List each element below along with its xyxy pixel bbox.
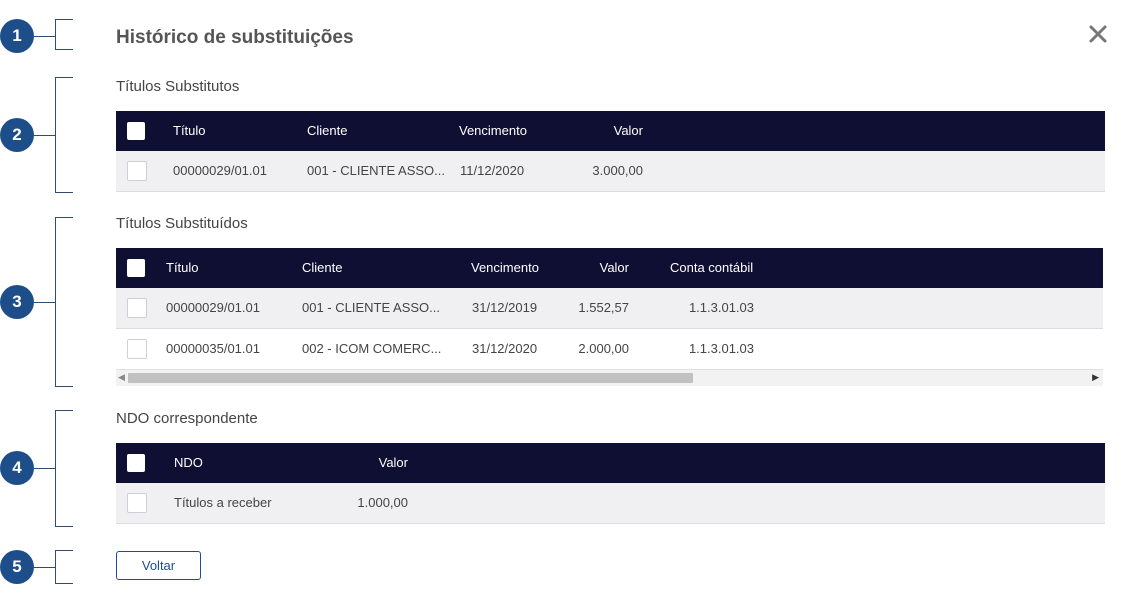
grid-header: NDO Valor [116,443,1105,483]
column-header-account[interactable]: Conta contábil [670,248,753,288]
substitutes-section-title: Títulos Substitutos [116,78,240,95]
cell-title: 00000029/01.01 [166,300,260,315]
cell-title: 00000029/01.01 [173,163,267,178]
cell-due-date: 31/12/2020 [472,341,538,356]
cell-title: 00000035/01.01 [166,341,260,356]
column-header-title[interactable]: Título [173,111,206,151]
scroll-left-arrow-icon[interactable]: ◀ [118,372,125,383]
select-all-checkbox[interactable] [127,454,145,472]
ndo-section-title: NDO correspondente [116,410,258,427]
cell-client: 001 - CLIENTE ASSO... [307,163,445,178]
table-row[interactable]: Títulos a receber 1.000,00 [116,483,1105,523]
scrollbar-thumb[interactable] [128,373,693,383]
column-header-client[interactable]: Cliente [307,111,347,151]
row-checkbox[interactable] [127,161,147,181]
cell-ndo: Títulos a receber [174,495,272,510]
cell-value: 3.000,00 [592,163,643,178]
select-all-checkbox[interactable] [127,122,145,140]
column-header-due-date[interactable]: Vencimento [459,111,527,151]
table-row[interactable]: 00000029/01.01 001 - CLIENTE ASSO... 31/… [116,288,1103,328]
cell-account: 1.1.3.01.03 [688,300,754,315]
annotation-marker-1: 1 [0,19,34,53]
cell-due-date: 31/12/2019 [472,300,538,315]
table-row[interactable]: 00000035/01.01 002 - ICOM COMERC... 31/1… [116,328,1103,369]
row-checkbox[interactable] [127,339,147,359]
row-checkbox[interactable] [127,298,147,318]
substitutes-grid: Título Cliente Vencimento Valor 00000029… [116,111,1105,192]
row-checkbox[interactable] [127,493,147,513]
scroll-right-arrow-icon[interactable]: ▶ [1092,372,1099,383]
substituted-grid: Título Cliente Vencimento Valor Conta co… [116,248,1103,386]
grid-header: Título Cliente Vencimento Valor Conta co… [116,248,1103,288]
substituted-section-title: Títulos Substituídos [116,215,248,232]
ndo-grid: NDO Valor Títulos a receber 1.000,00 [116,443,1105,524]
column-header-client[interactable]: Cliente [302,248,342,288]
cell-value: 1.552,57 [578,300,629,315]
select-all-checkbox[interactable] [127,259,145,277]
horizontal-scrollbar[interactable]: ◀ ▶ [116,369,1103,386]
column-header-value[interactable]: Valor [348,443,408,483]
annotation-marker-3: 3 [0,285,34,319]
cell-value: 2.000,00 [578,341,629,356]
grid-header: Título Cliente Vencimento Valor [116,111,1105,151]
dialog-title: Histórico de substituições [116,27,354,48]
cell-client: 001 - CLIENTE ASSO... [302,300,440,315]
annotation-marker-2: 2 [0,118,34,152]
cell-due-date: 11/12/2020 [460,163,525,178]
substitution-history-dialog: 1 2 3 4 5 Histórico de substituições Tít… [0,0,1134,613]
back-button[interactable]: Voltar [116,551,201,580]
column-header-value[interactable]: Valor [569,248,629,288]
table-row[interactable]: 00000029/01.01 001 - CLIENTE ASSO... 11/… [116,151,1105,191]
cell-value: 1.000,00 [357,495,408,510]
column-header-ndo[interactable]: NDO [174,443,203,483]
annotation-marker-4: 4 [0,451,34,485]
cell-account: 1.1.3.01.03 [688,341,754,356]
column-header-value[interactable]: Valor [583,111,643,151]
column-header-due-date[interactable]: Vencimento [471,248,539,288]
column-header-title[interactable]: Título [166,248,199,288]
close-icon[interactable] [1086,22,1110,46]
annotation-marker-5: 5 [0,550,34,584]
cell-client: 002 - ICOM COMERC... [302,341,442,356]
